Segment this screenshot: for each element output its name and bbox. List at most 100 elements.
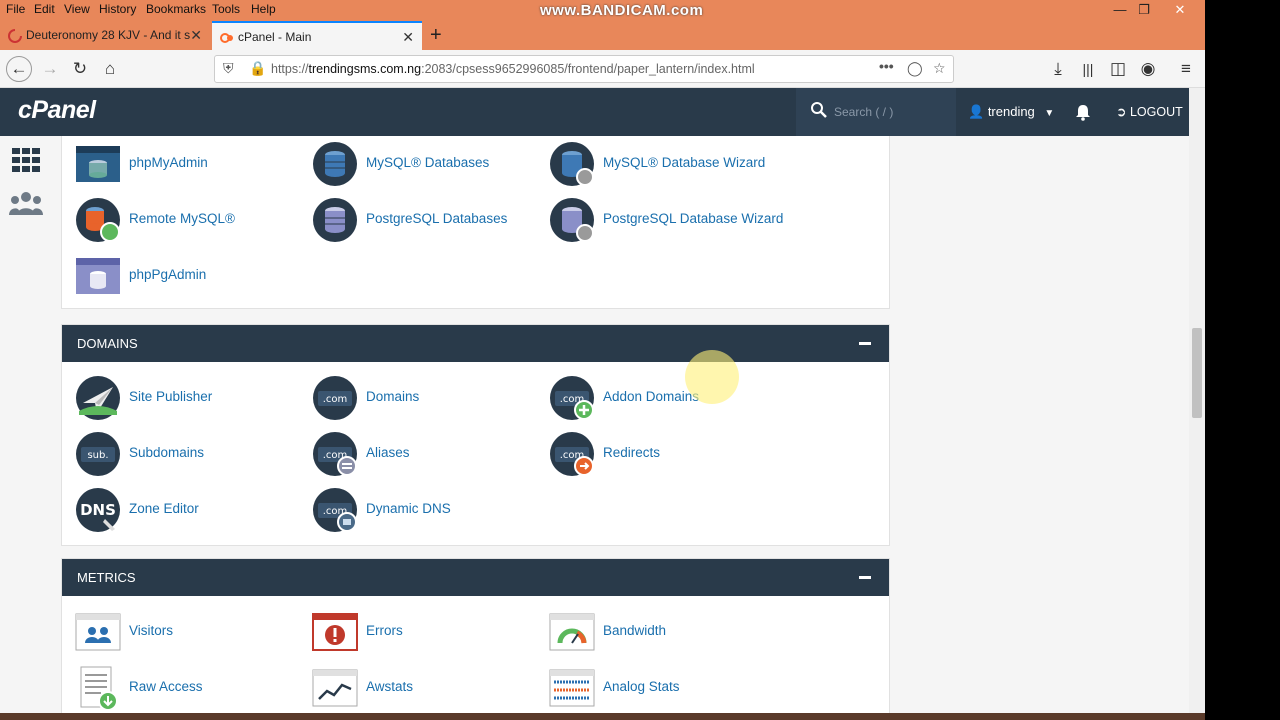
item-label: Visitors xyxy=(129,623,174,638)
site-publisher-icon xyxy=(76,376,120,420)
scrollbar-thumb[interactable] xyxy=(1192,328,1202,418)
maximize-icon[interactable]: ❐ xyxy=(1127,0,1161,20)
bandicam-watermark: www.BANDICAM.com xyxy=(540,2,704,19)
metrics-panel-header[interactable]: METRICS xyxy=(62,559,889,596)
postgresql-wizard-icon xyxy=(550,198,594,242)
visitors-link[interactable]: Visitors xyxy=(75,609,305,655)
collapse-icon[interactable] xyxy=(859,342,871,345)
postgresql-wizard-link[interactable]: PostgreSQL Database Wizard xyxy=(549,197,783,243)
phppgadmin-icon xyxy=(76,258,120,294)
menu-history[interactable]: History xyxy=(99,2,136,16)
item-label: Zone Editor xyxy=(129,501,199,516)
errors-link[interactable]: Errors xyxy=(312,609,542,655)
mysql-databases-link[interactable]: MySQL® Databases xyxy=(312,141,542,187)
url-host: trendingsms.com.ng xyxy=(308,62,422,76)
analog-stats-link[interactable]: Analog Stats xyxy=(549,665,779,711)
site-publisher-link[interactable]: Site Publisher xyxy=(75,375,305,421)
dynamic-dns-link[interactable]: .com Dynamic DNS xyxy=(312,487,542,533)
users-icon[interactable] xyxy=(9,191,43,217)
page-scrollbar[interactable] xyxy=(1189,88,1205,720)
lock-icon[interactable]: 🔒 xyxy=(249,60,266,77)
browser-window: File Edit View History Bookmarks Tools H… xyxy=(0,0,1205,720)
remote-mysql-icon xyxy=(76,198,120,242)
databases-panel: phpMyAdmin MySQL® Databases MySQL® Datab… xyxy=(61,136,890,309)
loading-icon xyxy=(8,29,22,43)
menu-tools[interactable]: Tools xyxy=(212,2,240,16)
postgresql-databases-icon xyxy=(313,198,357,242)
phpmyadmin-link[interactable]: phpMyAdmin xyxy=(75,141,305,187)
bandwidth-link[interactable]: Bandwidth xyxy=(549,609,779,655)
domains-panel-header[interactable]: DOMAINS xyxy=(62,325,889,362)
sidebar-toggle-icon[interactable]: ◫ xyxy=(1106,57,1130,81)
bookmark-star-icon[interactable]: ☆ xyxy=(933,60,946,77)
home-grid-icon[interactable] xyxy=(12,148,40,172)
item-label: Bandwidth xyxy=(603,623,667,638)
tab-deuteronomy[interactable]: Deuteronomy 28 KJV - And it s ✕ xyxy=(0,21,210,50)
mysql-wizard-link[interactable]: MySQL® Database Wizard xyxy=(549,141,779,187)
item-label: MySQL® Database Wizard xyxy=(603,155,766,170)
account-icon[interactable]: ◉ xyxy=(1136,57,1160,81)
username: trending xyxy=(987,104,1035,119)
back-icon[interactable]: ← xyxy=(6,56,32,82)
zone-editor-link[interactable]: DNS Zone Editor xyxy=(75,487,305,533)
search-input[interactable] xyxy=(834,102,944,122)
addon-domains-link[interactable]: .com Addon Domains xyxy=(549,375,779,421)
item-label: Aliases xyxy=(366,445,410,460)
user-icon: 👤 xyxy=(968,104,985,119)
item-label: Domains xyxy=(366,389,420,404)
phppgadmin-link[interactable]: phpPgAdmin xyxy=(75,253,305,299)
menu-file[interactable]: File xyxy=(6,2,25,16)
item-label: Remote MySQL® xyxy=(129,211,235,226)
remote-mysql-link[interactable]: Remote MySQL® xyxy=(75,197,305,243)
tab-bar: Deuteronomy 28 KJV - And it s ✕ cPanel -… xyxy=(0,20,1205,50)
menu-view[interactable]: View xyxy=(64,2,90,16)
tab-cpanel-main[interactable]: cPanel - Main ✕ xyxy=(212,21,422,50)
bell-icon[interactable] xyxy=(1074,103,1092,121)
phpmyadmin-icon xyxy=(76,146,120,182)
bandwidth-icon xyxy=(549,613,595,651)
window-close-icon[interactable]: ✕ xyxy=(1163,0,1197,20)
collapse-icon[interactable] xyxy=(859,576,871,579)
shield-icon[interactable]: ⛨ xyxy=(223,60,234,77)
item-label: MySQL® Databases xyxy=(366,155,490,170)
hamburger-menu-icon[interactable]: ≡ xyxy=(1174,57,1198,81)
logout-label: LOGOUT xyxy=(1129,105,1183,119)
aliases-icon: .com xyxy=(313,432,357,476)
menu-edit[interactable]: Edit xyxy=(34,2,55,16)
menu-bookmarks[interactable]: Bookmarks xyxy=(146,2,206,16)
forward-icon[interactable]: → xyxy=(38,57,62,81)
reload-icon[interactable]: ↻ xyxy=(68,57,92,81)
redirects-link[interactable]: .com Redirects xyxy=(549,431,779,477)
url-bar[interactable]: ⛨ 🔒 https://trendingsms.com.ng:2083/cpse… xyxy=(214,55,954,83)
close-icon[interactable]: ✕ xyxy=(402,23,414,52)
cpanel-logo[interactable]: cPanel xyxy=(18,96,96,125)
user-menu[interactable]: 👤 trending ▼ xyxy=(968,88,1054,136)
postgresql-databases-link[interactable]: PostgreSQL Databases xyxy=(312,197,542,243)
subdomains-link[interactable]: sub. Subdomains xyxy=(75,431,305,477)
chevron-down-icon: ▼ xyxy=(1044,108,1055,119)
library-icon[interactable]: ||| xyxy=(1076,57,1100,81)
menu-help[interactable]: Help xyxy=(251,2,276,16)
item-label: Analog Stats xyxy=(603,679,680,694)
downloads-icon[interactable]: ⤓ xyxy=(1046,57,1070,81)
home-icon[interactable]: ⌂ xyxy=(98,57,122,81)
page-actions-icon[interactable]: ••• xyxy=(879,58,894,74)
logout-button[interactable]: ➲ LOGOUT xyxy=(1116,88,1183,136)
url-text[interactable]: https://trendingsms.com.ng:2083/cpsess96… xyxy=(271,62,755,76)
item-label: Dynamic DNS xyxy=(366,501,451,516)
dynamic-dns-icon: .com xyxy=(313,488,357,532)
domains-link[interactable]: .com Domains xyxy=(312,375,542,421)
search-box xyxy=(796,88,956,136)
sidebar xyxy=(0,136,52,720)
cpanel-favicon-icon xyxy=(220,33,233,43)
main-content: phpMyAdmin MySQL® Databases MySQL® Datab… xyxy=(52,136,1189,720)
pocket-icon[interactable]: ◯ xyxy=(907,60,923,77)
new-tab-icon[interactable]: + xyxy=(430,20,442,50)
close-icon[interactable]: ✕ xyxy=(190,21,202,50)
raw-access-link[interactable]: Raw Access xyxy=(75,665,305,711)
awstats-link[interactable]: Awstats xyxy=(312,665,542,711)
aliases-link[interactable]: .com Aliases xyxy=(312,431,542,477)
menu-bar: File Edit View History Bookmarks Tools H… xyxy=(0,0,1205,20)
item-label: Raw Access xyxy=(129,679,203,694)
item-label: Addon Domains xyxy=(603,389,700,404)
